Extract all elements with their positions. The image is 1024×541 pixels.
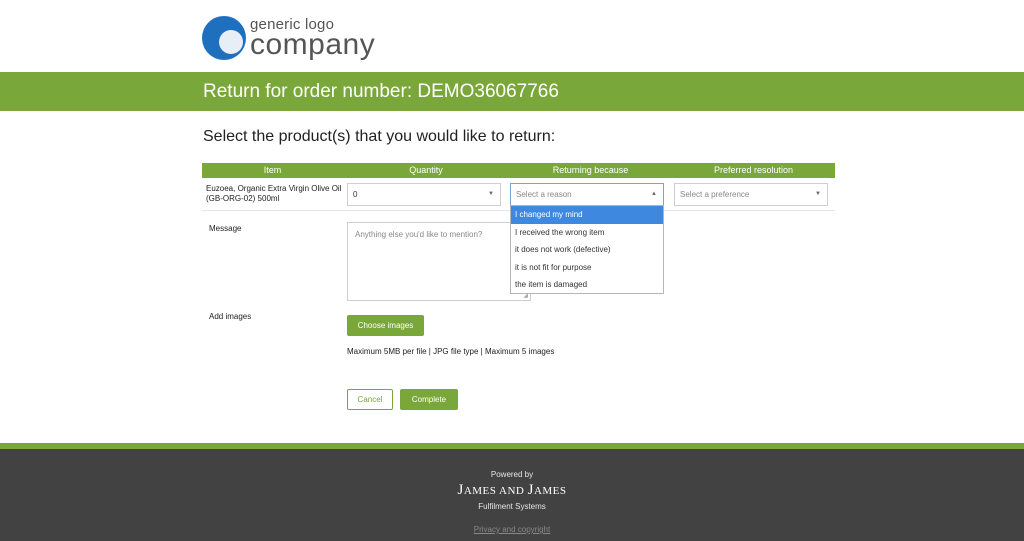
header-preference: Preferred resolution [713,165,794,175]
reason-option[interactable]: the item is damaged [511,276,663,294]
message-textarea[interactable]: Anything else you'd like to mention? ◢ [347,222,531,301]
reason-option[interactable]: it is not fit for purpose [511,259,663,277]
reason-option[interactable]: I received the wrong item [511,224,663,242]
images-label: Add images [209,312,252,321]
privacy-link[interactable]: Privacy and copyright [0,525,1024,534]
footer-tagline: Fulfilment Systems [478,502,546,511]
header-item: Item [263,165,282,175]
reason-option[interactable]: it does not work (defective) [511,241,663,259]
complete-button[interactable]: Complete [400,389,458,410]
reason-option[interactable]: I changed my mind [511,206,663,224]
quantity-value: 0 [353,190,358,199]
reason-dropdown: I changed my mind I received the wrong i… [510,205,664,294]
company-logo[interactable]: generic logo company [202,14,382,62]
message-placeholder: Anything else you'd like to mention? [355,230,483,239]
title-band: Return for order number: DEMO36067766 [0,72,1024,111]
reason-select[interactable]: Select a reason ▲ [510,183,664,206]
footer-brand: JAMES AND JAMES [457,482,567,498]
cancel-button[interactable]: Cancel [347,389,393,410]
item-name: Euzoea, Organic Extra Virgin Olive Oil (… [206,184,342,203]
table-header: Item Quantity Returning because Preferre… [202,163,835,178]
footer: Powered by JAMES AND JAMES Fulfilment Sy… [0,449,1024,541]
section-title: Select the product(s) that you would lik… [203,128,556,145]
header-quantity: Quantity [409,165,443,175]
choose-images-button[interactable]: Choose images [347,315,424,336]
caret-down-icon: ▼ [488,191,494,197]
quantity-select[interactable]: 0 ▼ [347,183,501,206]
caret-up-icon: ▲ [651,191,657,197]
images-hint: Maximum 5MB per file | JPG file type | M… [347,347,555,356]
header-reason: Returning because [552,165,629,175]
logo-big-text: company [250,28,376,61]
caret-down-icon: ▼ [815,191,821,197]
preference-select[interactable]: Select a preference ▼ [674,183,828,206]
logo-mark-icon [202,16,246,60]
message-label: Message [209,224,242,233]
page-title: Return for order number: DEMO36067766 [203,81,559,102]
reason-placeholder: Select a reason [516,190,572,199]
preference-placeholder: Select a preference [680,190,750,199]
return-page: generic logo company Return for order nu… [0,0,1024,541]
powered-by-text: Powered by [490,470,534,479]
